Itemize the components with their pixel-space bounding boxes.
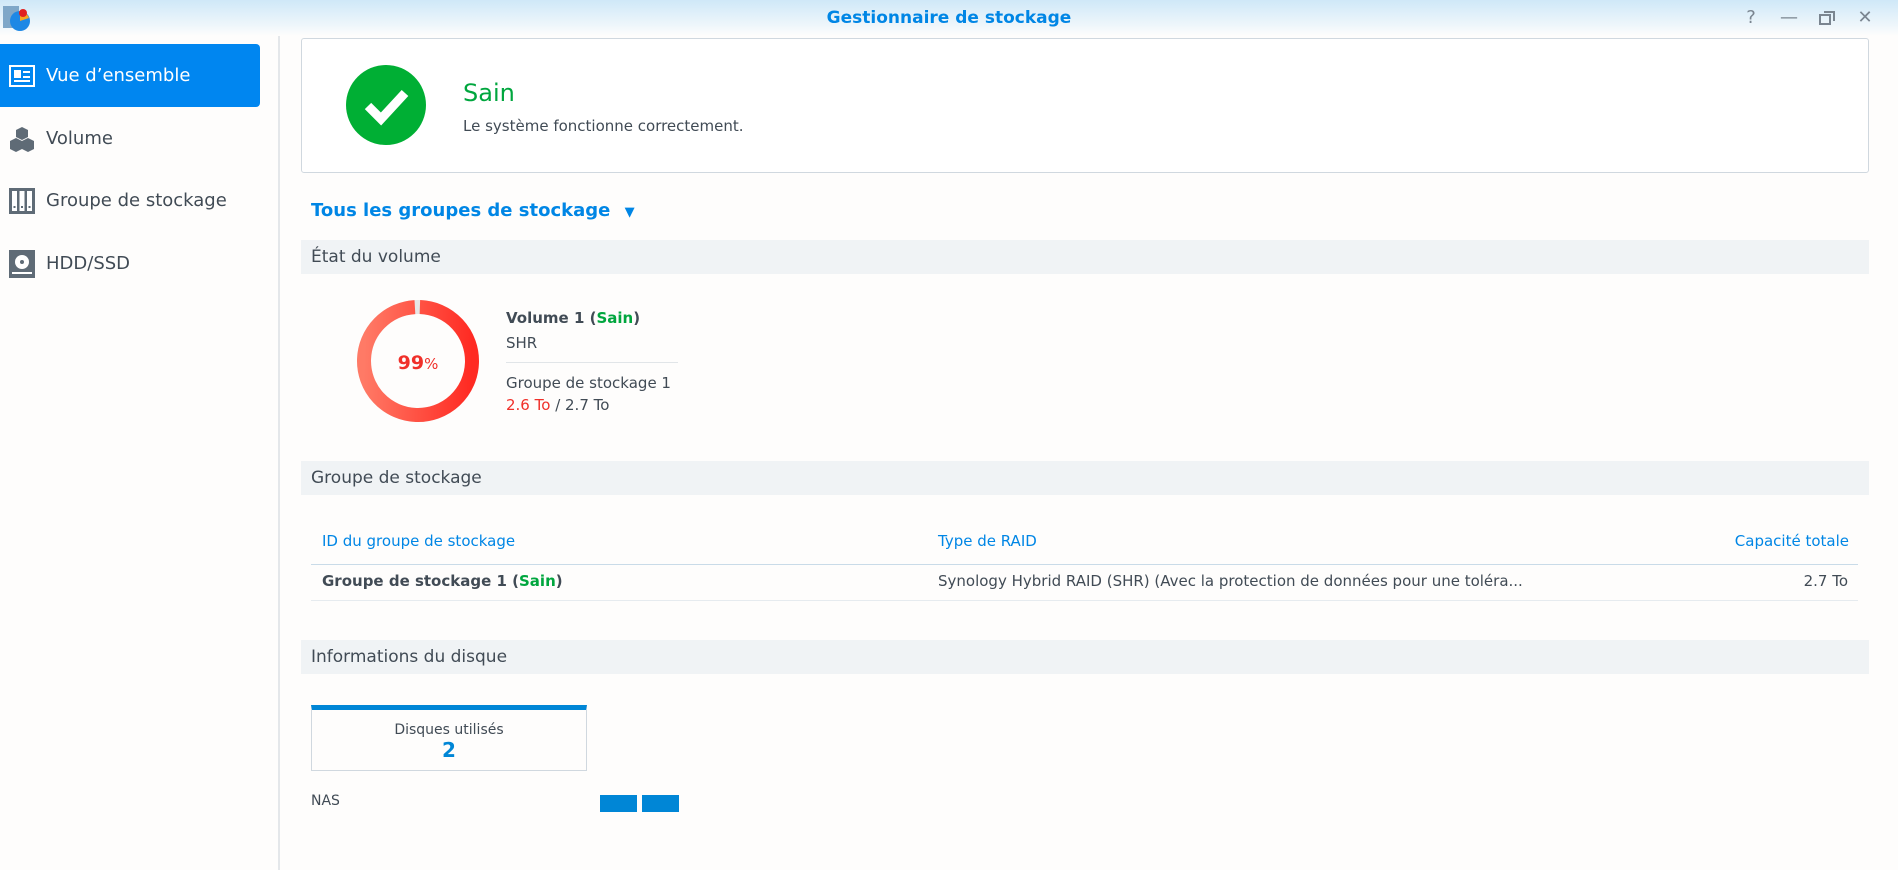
- healthy-check-icon: [346, 65, 426, 145]
- column-header-raid-type[interactable]: Type de RAID: [938, 532, 1037, 550]
- disk-info-header: Informations du disque: [301, 640, 1869, 674]
- table-header-divider: [311, 564, 1858, 565]
- column-header-pool-id[interactable]: ID du groupe de stockage: [322, 532, 515, 550]
- paren: ): [633, 309, 641, 327]
- volume-pool: Groupe de stockage 1: [506, 374, 671, 392]
- disk-slot-1[interactable]: [600, 795, 637, 812]
- sidebar-item-hdd-ssd[interactable]: HDD/SSD: [0, 232, 260, 295]
- volume-label: Volume 1 (: [506, 309, 597, 327]
- hdd-icon: [8, 249, 36, 278]
- disks-used-count: 2: [442, 738, 456, 762]
- svg-text:99%: 99%: [398, 352, 439, 374]
- raid-type-cell: Synology Hybrid RAID (SHR) (Avec la prot…: [938, 572, 1523, 590]
- window-title: Gestionnaire de stockage: [826, 8, 1072, 28]
- overview-icon: [8, 62, 36, 90]
- volume-cubes-icon: [8, 125, 36, 153]
- close-icon[interactable]: ✕: [1854, 7, 1876, 29]
- total-capacity: 2.7 To: [565, 396, 610, 414]
- storage-pool-filter-dropdown[interactable]: Tous les groupes de stockage ▼: [311, 200, 635, 221]
- sidebar-item-storage-pool[interactable]: Groupe de stockage: [0, 169, 260, 232]
- capacity-cell: 2.7 To: [1803, 572, 1848, 590]
- column-header-capacity[interactable]: Capacité totale: [1735, 532, 1849, 550]
- disks-used-card: Disques utilisés 2: [311, 705, 587, 771]
- storage-pool-header: Groupe de stockage: [301, 461, 1869, 495]
- divider: [506, 362, 678, 363]
- system-status-card: Sain Le système fonctionne correctement.: [301, 38, 1869, 173]
- disks-used-label: Disques utilisés: [394, 722, 504, 738]
- title-bar: Gestionnaire de stockage ? — ✕: [0, 0, 1898, 36]
- disk-slot-2[interactable]: [642, 795, 679, 812]
- restore-icon[interactable]: [1816, 7, 1838, 29]
- volume-status-header: État du volume: [301, 240, 1869, 274]
- sidebar-item-label: Vue d’ensemble: [46, 65, 191, 86]
- pool-id-cell: Groupe de stockage 1 (Sain): [322, 572, 563, 590]
- volume-usage-donut: 99%: [357, 300, 479, 422]
- sidebar: Vue d’ensemble Volume Groupe de stockage…: [0, 36, 280, 870]
- device-name: NAS: [311, 793, 340, 809]
- help-icon[interactable]: ?: [1740, 7, 1762, 29]
- chevron-down-icon: ▼: [624, 205, 635, 220]
- paren: ): [555, 572, 563, 590]
- sidebar-item-label: HDD/SSD: [46, 253, 131, 274]
- percent-sign: %: [424, 355, 438, 373]
- sidebar-item-label: Volume: [46, 128, 113, 149]
- row-divider: [311, 600, 1858, 601]
- minimize-icon[interactable]: —: [1778, 7, 1800, 29]
- separator: /: [550, 396, 566, 414]
- storage-pool-icon: [8, 187, 36, 215]
- volume-raid-type: SHR: [506, 334, 538, 352]
- sidebar-item-volume[interactable]: Volume: [0, 107, 260, 170]
- sidebar-item-label: Groupe de stockage: [46, 190, 227, 211]
- pool-name: Groupe de stockage 1 (: [322, 572, 519, 590]
- status-message: Le système fonctionne correctement.: [463, 117, 744, 135]
- pool-status: Sain: [519, 572, 556, 590]
- used-capacity: 2.6 To: [506, 396, 551, 414]
- status-title: Sain: [463, 79, 515, 107]
- sidebar-item-overview[interactable]: Vue d’ensemble: [0, 44, 260, 107]
- usage-percent: 99: [398, 352, 424, 374]
- filter-label: Tous les groupes de stockage: [311, 200, 611, 221]
- volume-status: Sain: [596, 309, 634, 327]
- volume-capacity: 2.6 To / 2.7 To: [506, 396, 609, 414]
- volume-name: Volume 1 (Sain): [506, 309, 640, 327]
